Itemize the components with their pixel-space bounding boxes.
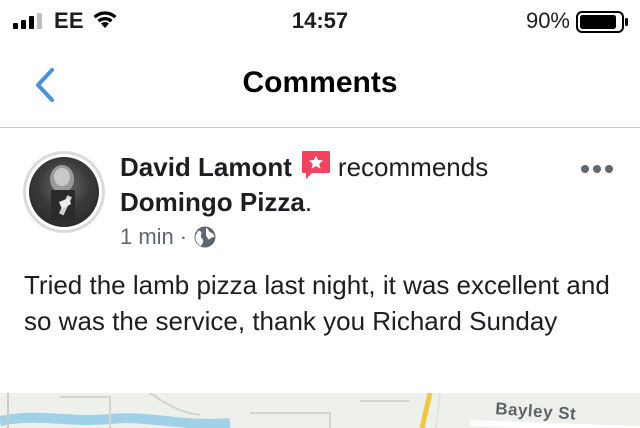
recommend-action-text: recommends xyxy=(337,152,489,182)
map-preview[interactable]: Bayley St xyxy=(0,393,640,428)
recommend-star-icon xyxy=(301,151,330,179)
status-bar: EE 14:57 90% xyxy=(0,0,640,44)
globe-icon xyxy=(194,226,216,248)
battery-icon xyxy=(576,11,630,38)
post-meta: 1 min · xyxy=(120,223,217,251)
post-header: David Lamont recommends xyxy=(120,149,488,183)
post-timestamp[interactable]: 1 min xyxy=(120,224,174,249)
recommended-page-link[interactable]: Domingo Pizza xyxy=(120,187,305,217)
avatar[interactable] xyxy=(23,151,105,233)
meta-separator: · xyxy=(179,224,188,249)
recommended-page-line: Domingo Pizza. xyxy=(120,185,312,219)
post-card: David Lamont recommends Domingo Pizza. 1… xyxy=(0,129,640,391)
author-name[interactable]: David Lamont xyxy=(120,152,292,182)
post-body-text: Tried the lamb pizza last night, it was … xyxy=(24,270,610,336)
page-suffix: . xyxy=(304,187,313,217)
battery-percent: 90% xyxy=(525,8,570,33)
more-dots-icon xyxy=(581,165,613,173)
more-options-button[interactable] xyxy=(578,159,618,179)
page-title: Comments xyxy=(242,66,398,99)
navigation-bar: Comments xyxy=(0,44,640,128)
avatar-image xyxy=(29,157,99,227)
comments-screen: EE 14:57 90% Comments David Lamont recom… xyxy=(0,0,640,428)
